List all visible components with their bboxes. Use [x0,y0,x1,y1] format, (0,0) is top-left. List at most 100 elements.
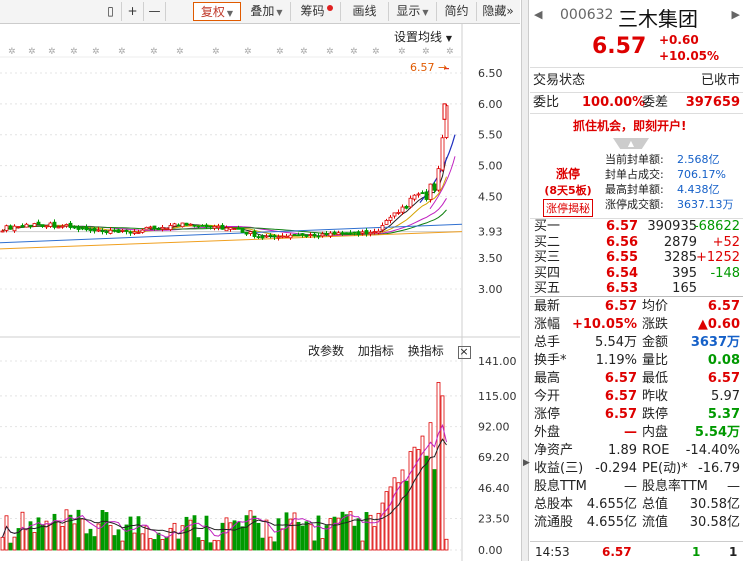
volume-bar[interactable] [108,525,113,551]
candle-body[interactable] [256,236,261,238]
candle-body[interactable] [100,230,105,233]
event-marker-icon[interactable]: ✲ [300,47,308,57]
candle-body[interactable] [80,227,85,230]
volume-bar[interactable] [408,451,413,551]
next-stock-icon[interactable]: ▶ [732,8,740,21]
volume-bar[interactable] [268,536,273,551]
candle-body[interactable] [344,232,349,235]
volume-bar[interactable] [112,535,117,551]
add-indicator-button[interactable]: 加指标 [358,344,394,358]
event-marker-icon[interactable]: ✲ [118,47,126,57]
candle-body[interactable] [272,235,277,238]
xianshi-dropdown[interactable]: 显示 ▼ [389,2,437,21]
ma-setting-dropdown[interactable]: 设置均线 ▼ [394,28,452,45]
volume-bar[interactable] [332,516,337,551]
candle-body[interactable] [64,224,69,227]
volume-bar[interactable] [224,517,229,551]
volume-bar[interactable] [444,538,449,551]
volume-bar[interactable] [344,514,349,551]
volume-bar[interactable] [24,528,29,551]
volume-bar[interactable] [104,512,109,551]
limit-up-reveal-button[interactable]: 涨停揭秘 [543,199,593,217]
candle-body[interactable] [24,223,29,228]
candle-body[interactable] [4,225,9,231]
candle-body[interactable] [280,235,285,238]
volume-bar[interactable] [116,529,121,551]
candle-body[interactable] [340,232,345,235]
candle-body[interactable] [220,224,225,230]
candle-body[interactable] [8,225,13,230]
candle-body[interactable] [136,232,141,234]
candle-body[interactable] [200,225,205,227]
bid-price[interactable]: 6.57 [606,219,638,234]
candle-body[interactable] [324,233,329,236]
candle-body[interactable] [296,234,301,237]
candle-body[interactable] [84,226,89,231]
candle-body[interactable] [284,235,289,238]
candle-body[interactable] [368,231,373,235]
volume-bar[interactable] [72,523,77,551]
candle-body[interactable] [16,226,21,228]
candle-body[interactable] [320,233,325,237]
candle-body[interactable] [252,230,257,237]
volume-bar[interactable] [240,526,245,551]
open-account-link[interactable]: 抓住机会，即刻开户! [573,117,686,134]
volume-bar[interactable] [320,538,325,551]
switch-indicator-button[interactable]: 换指标 [408,344,444,358]
volume-bar[interactable] [44,520,49,551]
candle-body[interactable] [116,229,121,233]
candle-body[interactable] [104,231,109,234]
volume-bar[interactable] [432,469,437,551]
volume-bar[interactable] [156,532,161,551]
candle-body[interactable] [356,231,361,235]
volume-bar[interactable] [200,540,205,551]
kline-svg[interactable]: ✲ ✲ ✲ ✲ ✲ ✲ ✲ ✲ ✲ ✲ ✲ ✲ ✲ ✲ ✲ ✲ ✲ ✲ 6.50 6.00 5.50 5.00 4.50 3… [0,24,520,561]
candle-body[interactable] [124,229,129,232]
candle-body[interactable] [300,233,305,236]
volume-bar[interactable] [392,477,397,551]
yincang-button[interactable]: 隐藏» [477,2,519,21]
volume-bar[interactable] [20,511,25,551]
volume-bar[interactable] [300,525,305,551]
candle-body[interactable] [388,216,393,221]
candle-body[interactable] [268,234,273,237]
candle-body[interactable] [196,225,201,228]
candle-body[interactable] [108,229,113,234]
candle-body[interactable] [308,234,313,237]
change-params-button[interactable]: 改参数 [308,344,344,358]
volume-bar[interactable] [248,510,253,551]
volume-bar[interactable] [424,455,429,551]
volume-bar[interactable] [56,520,61,551]
volume-bar[interactable] [196,537,201,551]
candle-body[interactable] [228,227,233,230]
candle-body[interactable] [440,137,445,171]
candle-body[interactable] [60,225,65,228]
bid-price[interactable]: 6.53 [606,281,638,296]
volume-bar[interactable] [276,518,281,551]
candle-body[interactable] [404,205,409,209]
volume-bar[interactable] [48,523,53,551]
volume-bar[interactable] [328,518,333,551]
candle-body[interactable] [140,229,145,233]
candle-body[interactable] [176,224,181,227]
volume-bar[interactable] [364,512,369,551]
candle-body[interactable] [352,231,357,234]
volume-bar[interactable] [412,446,417,551]
chouma-button[interactable]: 筹码 [293,2,341,21]
volume-bar[interactable] [360,540,365,551]
event-marker-icon[interactable]: ✲ [350,47,358,57]
collapse-handle-icon[interactable]: ▶ [523,458,530,468]
volume-bar[interactable] [416,449,421,551]
zoom-out-button[interactable]: — [144,2,166,21]
event-marker-icon[interactable]: ✲ [422,47,430,57]
window-icon[interactable]: ▯ [100,2,122,21]
volume-bar[interactable] [100,510,105,551]
candle-body[interactable] [312,233,317,237]
volume-bar[interactable] [388,486,393,551]
candle-body[interactable] [428,183,433,200]
volume-bar[interactable] [160,539,165,551]
candle-body[interactable] [260,235,265,239]
event-marker-icon[interactable]: ✲ [150,47,158,57]
candle-body[interactable] [332,231,337,234]
volume-bar[interactable] [120,540,125,551]
